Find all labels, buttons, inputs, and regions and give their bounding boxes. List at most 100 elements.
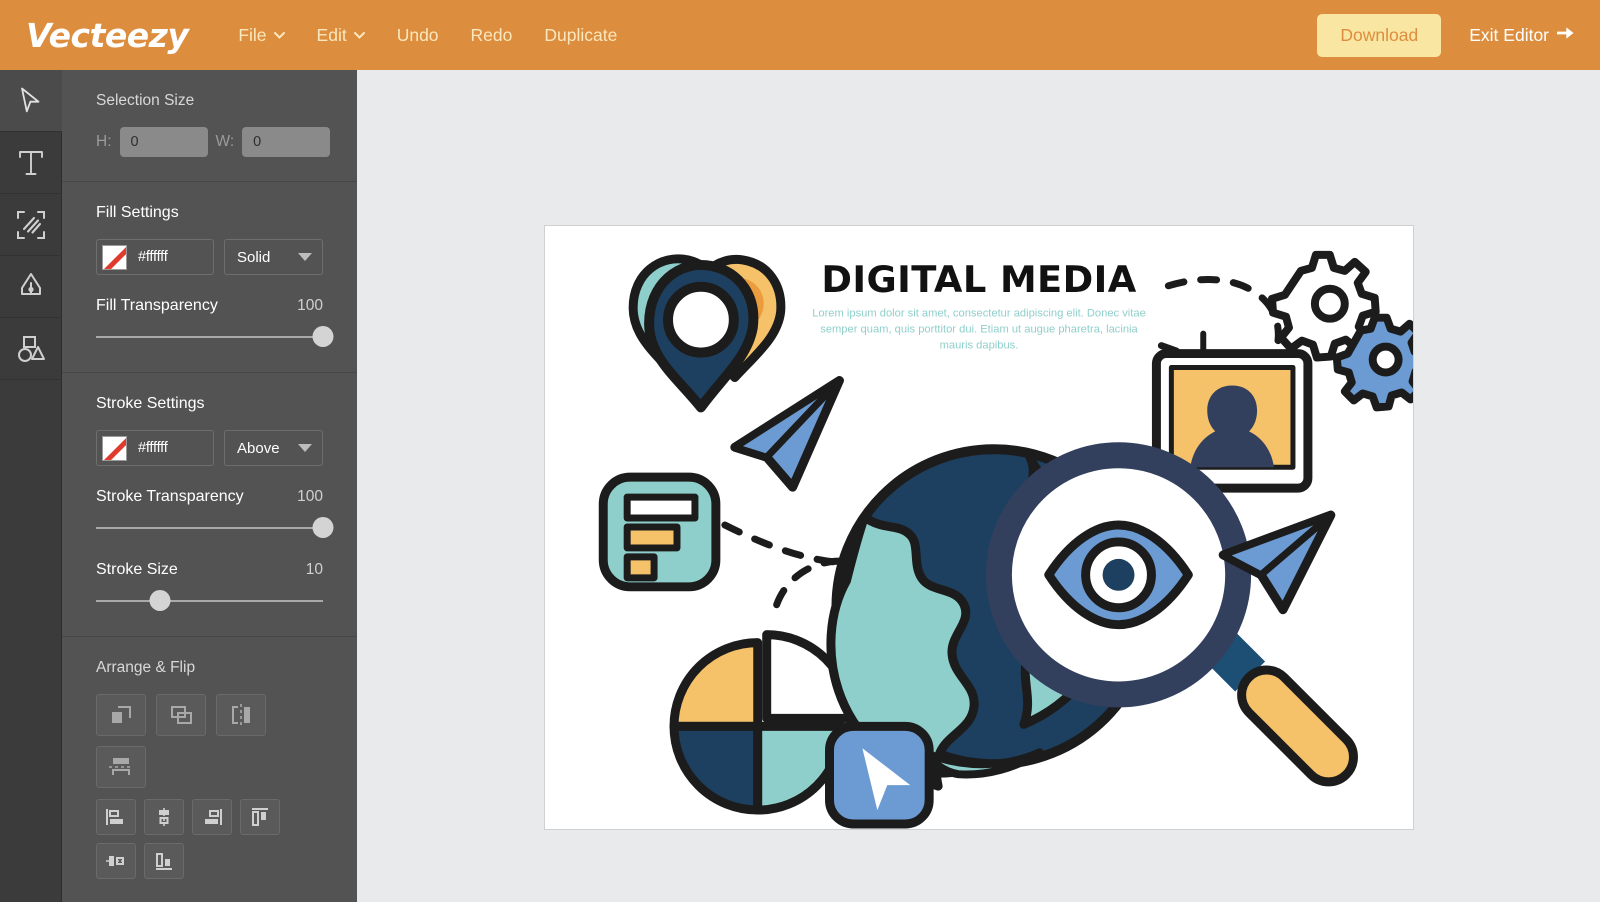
cursor-badge [824,721,934,829]
align-buttons [96,799,323,879]
stroke-size-label: Stroke Size [96,561,178,578]
align-left-button[interactable] [96,799,136,835]
height-input[interactable] [119,127,208,157]
align-right-button[interactable] [192,799,232,835]
text-icon [17,149,45,177]
download-button[interactable]: Download [1317,13,1442,57]
menu-item-file[interactable]: File [222,17,300,54]
map-pins-group [628,254,785,413]
menu-item-file-label: File [238,24,267,45]
artboard[interactable]: DIGITAL MEDIA Lorem ipsum dolor sit amet… [543,225,1414,830]
chevron-down-icon [298,444,312,452]
fill-settings-title: Fill Settings [96,204,179,221]
width-label: W: [215,133,235,150]
properties-panel: Selection Size H: W: Fill Settings #ffff… [62,70,357,902]
height-label: H: [96,133,112,150]
width-input[interactable] [242,127,331,157]
stroke-position-value: Above [237,439,280,457]
stroke-transparency-thumb[interactable] [312,517,334,538]
send-backward-button[interactable] [156,694,206,736]
stroke-hex-value: #ffffff [138,440,168,456]
menu-item-duplicate[interactable]: Duplicate [528,17,633,54]
pie-chart [669,630,855,815]
menu-item-undo[interactable]: Undo [381,17,455,54]
flip-vertical-icon [108,755,134,779]
menu-item-redo[interactable]: Redo [455,17,529,54]
artwork-subtitle-line-2: semper quam, quis porttitor dui. Etiam u… [820,324,1138,336]
exit-editor-label: Exit Editor [1469,24,1549,45]
fill-transparency-slider[interactable] [96,326,334,348]
editor-app: Vecteezy File Edit Undo Redo Duplicate D… [0,0,1600,902]
selection-size-title: Selection Size [96,92,195,109]
no-stroke-swatch-icon [102,435,127,461]
arrange-flip-section: Arrange & Flip [62,637,357,902]
top-bar: Vecteezy File Edit Undo Redo Duplicate D… [0,0,1600,70]
stroke-color-field[interactable]: #ffffff [96,430,214,466]
pen-tool[interactable] [0,256,62,318]
stroke-transparency-slider[interactable] [96,517,334,539]
fill-transparency-value: 100 [297,297,323,314]
cursor-icon [19,87,43,115]
tool-rail [0,70,62,902]
align-middle-button[interactable] [96,843,136,879]
flip-horizontal-icon [228,703,254,727]
fill-mode-dropdown[interactable]: Solid [224,239,323,275]
stroke-size-block: Stroke Size 10 [96,561,323,612]
stroke-transparency-block: Stroke Transparency 100 [96,488,334,539]
chevron-down-icon [273,31,285,42]
bar-chart-badge [598,472,720,592]
send-backward-icon [168,703,194,727]
shape-tool[interactable] [0,318,62,380]
menu-item-edit[interactable]: Edit [301,17,381,54]
arrange-flip-title: Arrange & Flip [96,659,196,676]
arrange-buttons [96,694,323,788]
align-center-horizontal-icon [153,807,175,827]
artwork-subtitle-line-1: Lorem ipsum dolor sit amet, consectetur … [812,308,1146,320]
selection-size-section: Selection Size H: W: [62,70,357,182]
flip-horizontal-button[interactable] [216,694,266,736]
vecteezy-logo[interactable]: Vecteezy [26,16,189,55]
fill-transparency-head: Fill Transparency 100 [96,297,323,315]
artwork-illustration[interactable]: DIGITAL MEDIA Lorem ipsum dolor sit amet… [545,226,1413,829]
shapes-icon [16,335,46,363]
main-menu: File Edit Undo Redo Duplicate [222,17,633,54]
stroke-size-slider[interactable] [96,590,323,612]
align-bottom-icon [153,851,175,871]
align-right-icon [201,807,223,827]
stroke-size-value: 10 [305,561,323,578]
stroke-position-dropdown[interactable]: Above [224,430,323,466]
fill-color-field[interactable]: #ffffff [96,239,214,275]
arrow-right-icon [1557,26,1574,44]
canvas-area[interactable]: DIGITAL MEDIA Lorem ipsum dolor sit amet… [357,70,1600,902]
image-tool[interactable] [0,194,62,256]
align-top-button[interactable] [240,799,280,835]
stroke-size-head: Stroke Size 10 [96,561,323,579]
flip-vertical-button[interactable] [96,746,146,788]
selection-size-row: H: W: [96,127,331,157]
align-center-horizontal-button[interactable] [144,799,184,835]
editor-body: Selection Size H: W: Fill Settings #ffff… [0,70,1600,902]
artwork-subtitle-line-3: mauris dapibus. [939,340,1018,352]
no-fill-swatch-icon [102,244,127,270]
stroke-transparency-value: 100 [297,488,323,505]
pen-nib-icon [19,272,43,302]
align-bottom-button[interactable] [144,843,184,879]
exit-editor-button[interactable]: Exit Editor [1465,19,1578,52]
artwork-title: DIGITAL MEDIA [821,258,1136,301]
paper-plane-left [729,376,844,492]
bring-forward-button[interactable] [96,694,146,736]
select-tool[interactable] [0,70,62,132]
fill-transparency-block: Fill Transparency 100 [96,297,334,348]
bring-forward-icon [108,703,134,727]
align-middle-icon [105,851,127,871]
stroke-transparency-head: Stroke Transparency 100 [96,488,323,506]
align-left-icon [105,807,127,827]
stroke-size-thumb[interactable] [149,590,171,611]
text-tool[interactable] [0,132,62,194]
fill-transparency-thumb[interactable] [312,326,334,347]
stroke-field-row: #ffffff Above [96,430,323,466]
stroke-transparency-label: Stroke Transparency [96,488,244,505]
chevron-down-icon [353,31,365,42]
image-crop-icon [16,210,46,240]
fill-mode-value: Solid [237,248,271,266]
